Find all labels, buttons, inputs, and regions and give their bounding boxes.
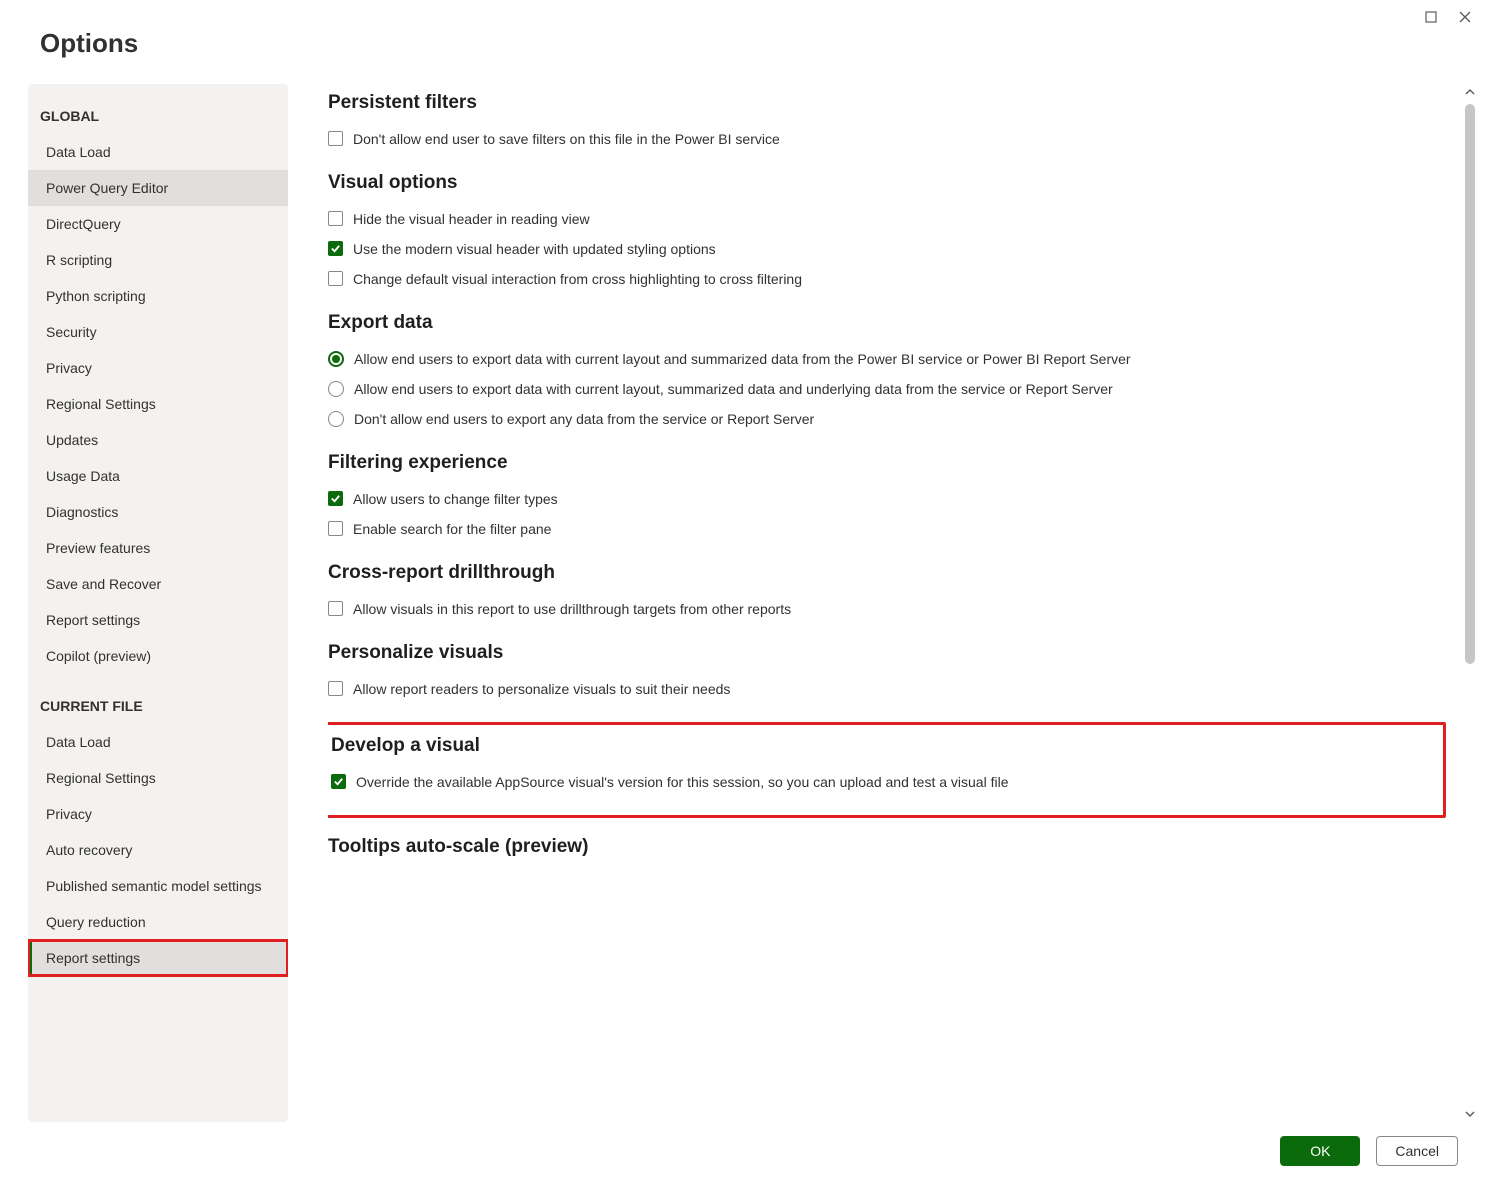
sidebar-item-updates[interactable]: Updates bbox=[28, 422, 288, 458]
radio-icon bbox=[328, 411, 344, 427]
sidebar-item-python-scripting[interactable]: Python scripting bbox=[28, 278, 288, 314]
sidebar-item-data-load[interactable]: Data Load bbox=[28, 134, 288, 170]
section-cross-report-drillthrough: Cross-report drillthrough bbox=[328, 562, 1446, 584]
checkbox-icon bbox=[328, 681, 343, 696]
checkbox-icon bbox=[328, 271, 343, 286]
section-personalize-visuals: Personalize visuals bbox=[328, 642, 1446, 664]
window-controls bbox=[1422, 8, 1474, 26]
radio-label: Don't allow end users to export any data… bbox=[354, 409, 814, 429]
checkbox-icon bbox=[328, 241, 343, 256]
dialog-footer: OK Cancel bbox=[1280, 1136, 1458, 1166]
checkbox-icon bbox=[328, 211, 343, 226]
radio-export-underlying[interactable]: Allow end users to export data with curr… bbox=[328, 374, 1446, 404]
close-icon[interactable] bbox=[1456, 8, 1474, 26]
checkbox-label: Hide the visual header in reading view bbox=[353, 209, 590, 229]
checkbox-cross-filtering-default[interactable]: Change default visual interaction from c… bbox=[328, 264, 1446, 294]
sidebar-item-cf-data-load[interactable]: Data Load bbox=[28, 724, 288, 760]
sidebar-group-current-file: CURRENT FILE bbox=[28, 690, 288, 724]
checkbox-modern-visual-header[interactable]: Use the modern visual header with update… bbox=[328, 234, 1446, 264]
highlight-develop-visual: Develop a visual Override the available … bbox=[328, 722, 1446, 818]
sidebar-item-cf-auto-recovery[interactable]: Auto recovery bbox=[28, 832, 288, 868]
sidebar-item-cf-published-semantic-model-settings[interactable]: Published semantic model settings bbox=[28, 868, 288, 904]
sidebar-item-directquery[interactable]: DirectQuery bbox=[28, 206, 288, 242]
checkbox-icon bbox=[328, 491, 343, 506]
sidebar-item-usage-data[interactable]: Usage Data bbox=[28, 458, 288, 494]
section-visual-options: Visual options bbox=[328, 172, 1446, 194]
cancel-button[interactable]: Cancel bbox=[1376, 1136, 1458, 1166]
checkbox-icon bbox=[331, 774, 346, 789]
scroll-up-icon[interactable] bbox=[1462, 84, 1478, 100]
ok-button[interactable]: OK bbox=[1280, 1136, 1360, 1166]
checkbox-label: Allow report readers to personalize visu… bbox=[353, 679, 730, 699]
radio-export-none[interactable]: Don't allow end users to export any data… bbox=[328, 404, 1446, 434]
section-tooltips-auto-scale: Tooltips auto-scale (preview) bbox=[328, 836, 1446, 858]
sidebar-item-privacy[interactable]: Privacy bbox=[28, 350, 288, 386]
sidebar-item-save-and-recover[interactable]: Save and Recover bbox=[28, 566, 288, 602]
radio-label: Allow end users to export data with curr… bbox=[354, 349, 1131, 369]
checkbox-label: Change default visual interaction from c… bbox=[353, 269, 802, 289]
sidebar-item-security[interactable]: Security bbox=[28, 314, 288, 350]
section-filtering-experience: Filtering experience bbox=[328, 452, 1446, 474]
sidebar-item-r-scripting[interactable]: R scripting bbox=[28, 242, 288, 278]
checkbox-personalize-visuals[interactable]: Allow report readers to personalize visu… bbox=[328, 674, 1446, 704]
content-area: Persistent filters Don't allow end user … bbox=[288, 84, 1486, 1122]
section-persistent-filters: Persistent filters bbox=[328, 92, 1446, 114]
dialog-header: Options bbox=[0, 0, 1486, 79]
section-export-data: Export data bbox=[328, 312, 1446, 334]
checkbox-label: Use the modern visual header with update… bbox=[353, 239, 716, 259]
checkbox-filter-search[interactable]: Enable search for the filter pane bbox=[328, 514, 1446, 544]
checkbox-cross-report-drillthrough[interactable]: Allow visuals in this report to use dril… bbox=[328, 594, 1446, 624]
checkbox-label: Allow users to change filter types bbox=[353, 489, 558, 509]
checkbox-label: Enable search for the filter pane bbox=[353, 519, 551, 539]
checkbox-icon bbox=[328, 601, 343, 616]
section-develop-visual: Develop a visual bbox=[331, 735, 1433, 757]
sidebar-item-cf-query-reduction[interactable]: Query reduction bbox=[28, 904, 288, 940]
checkbox-label: Don't allow end user to save filters on … bbox=[353, 129, 780, 149]
scrollbar[interactable] bbox=[1462, 84, 1478, 1122]
radio-icon bbox=[328, 351, 344, 367]
sidebar: GLOBAL Data Load Power Query Editor Dire… bbox=[28, 84, 288, 1122]
checkbox-label: Override the available AppSource visual'… bbox=[356, 772, 1008, 792]
radio-label: Allow end users to export data with curr… bbox=[354, 379, 1113, 399]
sidebar-item-diagnostics[interactable]: Diagnostics bbox=[28, 494, 288, 530]
checkbox-label: Allow visuals in this report to use dril… bbox=[353, 599, 791, 619]
radio-export-summarized[interactable]: Allow end users to export data with curr… bbox=[328, 344, 1446, 374]
checkbox-change-filter-types[interactable]: Allow users to change filter types bbox=[328, 484, 1446, 514]
sidebar-item-regional-settings[interactable]: Regional Settings bbox=[28, 386, 288, 422]
scroll-down-icon[interactable] bbox=[1462, 1106, 1478, 1122]
radio-icon bbox=[328, 381, 344, 397]
maximize-icon[interactable] bbox=[1422, 8, 1440, 26]
sidebar-item-cf-report-settings[interactable]: Report settings bbox=[28, 940, 288, 976]
checkbox-persistent-filters-disable[interactable]: Don't allow end user to save filters on … bbox=[328, 124, 1446, 154]
sidebar-item-preview-features[interactable]: Preview features bbox=[28, 530, 288, 566]
sidebar-item-report-settings-global[interactable]: Report settings bbox=[28, 602, 288, 638]
sidebar-item-power-query-editor[interactable]: Power Query Editor bbox=[28, 170, 288, 206]
sidebar-item-copilot-preview[interactable]: Copilot (preview) bbox=[28, 638, 288, 674]
checkbox-override-appsource-visual[interactable]: Override the available AppSource visual'… bbox=[331, 767, 1433, 797]
checkbox-icon bbox=[328, 131, 343, 146]
checkbox-icon bbox=[328, 521, 343, 536]
sidebar-item-cf-regional-settings[interactable]: Regional Settings bbox=[28, 760, 288, 796]
content-scroll: Persistent filters Don't allow end user … bbox=[328, 84, 1456, 1122]
checkbox-hide-visual-header[interactable]: Hide the visual header in reading view bbox=[328, 204, 1446, 234]
scrollbar-thumb[interactable] bbox=[1465, 104, 1475, 664]
sidebar-item-cf-privacy[interactable]: Privacy bbox=[28, 796, 288, 832]
sidebar-group-global: GLOBAL bbox=[28, 100, 288, 134]
dialog-title: Options bbox=[40, 28, 1446, 59]
